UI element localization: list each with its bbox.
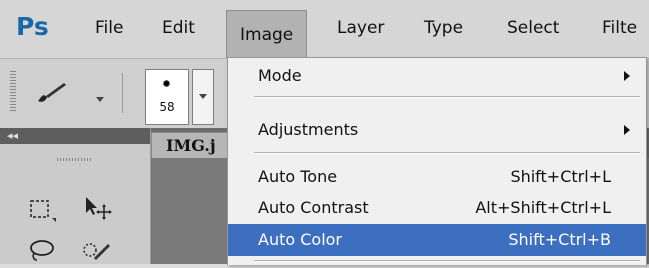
move-tool-icon[interactable]: [80, 194, 116, 226]
menu-layer[interactable]: Layer: [327, 17, 394, 39]
menu-item-label: Mode: [258, 66, 302, 85]
options-bar-grip[interactable]: [10, 71, 16, 113]
menu-item-label: Auto Color: [258, 230, 343, 249]
brush-tip-icon: [163, 80, 170, 87]
brush-size-value: 58: [159, 100, 175, 114]
marquee-tool-icon[interactable]: [28, 196, 58, 228]
submenu-arrow-icon: [624, 125, 630, 135]
collapse-panel-icon[interactable]: ◂◂: [7, 129, 18, 143]
menu-item-adjustments[interactable]: Adjustments: [228, 114, 646, 146]
menu-select[interactable]: Select: [497, 17, 569, 39]
menu-edit[interactable]: Edit: [152, 17, 205, 39]
menu-item-shortcut: Shift+Ctrl+B: [508, 230, 611, 249]
image-menu-dropdown: Mode Adjustments Auto Tone Shift+Ctrl+L …: [227, 57, 647, 265]
menu-bar: Ps File Edit Image Layer Type Select Fil…: [0, 0, 649, 59]
menu-separator: [254, 260, 640, 262]
menu-item-label: Adjustments: [258, 120, 359, 139]
tools-panel: ◂◂: [0, 128, 151, 264]
menu-image[interactable]: Image: [226, 10, 308, 59]
brush-preset-picker[interactable]: 58: [145, 69, 189, 125]
menu-item-auto-color[interactable]: Auto Color Shift+Ctrl+B: [228, 224, 646, 256]
menu-item-label: Auto Tone: [258, 167, 338, 186]
brush-preset-dropdown-button[interactable]: [192, 69, 214, 125]
menu-item-auto-tone[interactable]: Auto Tone Shift+Ctrl+L: [228, 161, 646, 193]
tools-panel-header: ◂◂: [0, 128, 150, 144]
menu-file[interactable]: File: [85, 17, 133, 39]
tools-panel-grip[interactable]: [57, 158, 93, 161]
options-separator: [122, 73, 123, 113]
submenu-arrow-icon: [624, 71, 630, 81]
menu-item-auto-contrast[interactable]: Auto Contrast Alt+Shift+Ctrl+L: [228, 192, 646, 224]
menu-item-shortcut: Alt+Shift+Ctrl+L: [475, 198, 611, 217]
tool-preset-dropdown-icon[interactable]: [96, 97, 104, 102]
menu-separator: [254, 152, 640, 154]
menu-type[interactable]: Type: [414, 17, 473, 39]
photoshop-logo: Ps: [16, 12, 49, 41]
menu-separator: [254, 96, 640, 98]
menu-item-mode[interactable]: Mode: [228, 60, 646, 92]
brush-icon[interactable]: [34, 79, 70, 111]
menu-item-label: Auto Contrast: [258, 198, 369, 217]
menu-item-shortcut: Shift+Ctrl+L: [510, 167, 611, 186]
chevron-down-icon: [199, 94, 207, 99]
menu-filter[interactable]: Filte: [592, 17, 647, 39]
